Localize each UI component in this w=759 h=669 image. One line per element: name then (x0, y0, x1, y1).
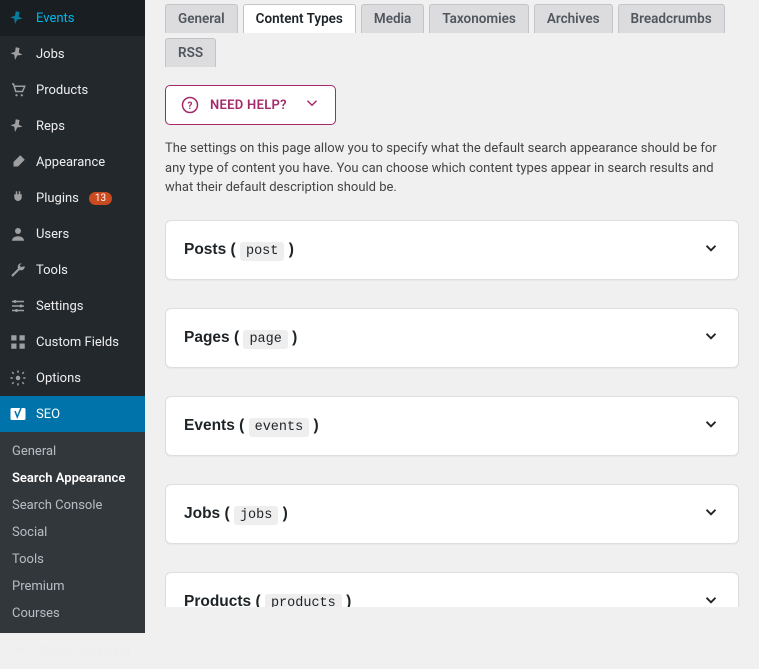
wrench-icon (8, 260, 28, 280)
submenu-item-premium[interactable]: Premium (0, 573, 145, 600)
sidebar-item-reps[interactable]: Reps (0, 108, 145, 144)
chevron-down-icon (702, 415, 720, 437)
sidebar-item-options[interactable]: Options (0, 360, 145, 396)
panel-title: Pages ( page ) (184, 329, 297, 347)
sliders-icon (8, 296, 28, 316)
sidebar-item-label: Jobs (36, 47, 65, 62)
submenu-item-tools[interactable]: Tools (0, 546, 145, 573)
pin-icon (8, 116, 28, 136)
submenu: GeneralSearch AppearanceSearch ConsoleSo… (0, 432, 145, 633)
user-icon (8, 224, 28, 244)
tab-archives[interactable]: Archives (534, 4, 613, 33)
panel-jobs[interactable]: Jobs ( jobs ) (165, 484, 739, 544)
tab-general[interactable]: General (165, 4, 238, 33)
sidebar-item-label: Custom Fields (36, 335, 119, 350)
sidebar-item-label: SEO (36, 407, 60, 422)
chevron-down-icon (702, 503, 720, 525)
admin-sidebar: Events Jobs Products Reps Appearance Plugins 1… (0, 0, 145, 607)
post-type-slug: products (265, 594, 342, 608)
need-help-button[interactable]: ? NEED HELP? (165, 85, 336, 125)
help-button-label: NEED HELP? (210, 98, 287, 113)
chevron-down-icon (702, 239, 720, 261)
post-type-slug: events (249, 418, 310, 437)
sidebar-item-label: Plugin Organizer (36, 644, 131, 659)
plug-icon (8, 188, 28, 208)
svg-text:?: ? (187, 101, 192, 112)
tab-bar: GeneralContent TypesMediaTaxonomiesArchi… (165, 4, 739, 67)
grid-icon (8, 332, 28, 352)
tab-breadcrumbs[interactable]: Breadcrumbs (618, 4, 725, 33)
main-content: GeneralContent TypesMediaTaxonomiesArchi… (145, 0, 759, 607)
tab-taxonomies[interactable]: Taxonomies (429, 4, 529, 33)
submenu-item-search-console[interactable]: Search Console (0, 492, 145, 519)
chevron-down-icon (702, 327, 720, 349)
post-type-slug: jobs (234, 506, 278, 525)
sidebar-item-label: Users (36, 227, 69, 242)
panel-events[interactable]: Events ( events ) (165, 396, 739, 456)
pin-icon (8, 8, 28, 28)
page-description: The settings on this page allow you to s… (165, 139, 725, 198)
panel-title: Posts ( post ) (184, 241, 294, 259)
sidebar-item-custom-fields[interactable]: Custom Fields (0, 324, 145, 360)
panel-title: Jobs ( jobs ) (184, 505, 288, 523)
plug-icon (8, 641, 28, 661)
tab-content-types[interactable]: Content Types (243, 4, 356, 33)
sidebar-item-plugin-organizer[interactable]: Plugin Organizer (0, 633, 145, 669)
tab-media[interactable]: Media (361, 4, 424, 33)
panel-page[interactable]: Pages ( page ) (165, 308, 739, 368)
chevron-down-icon (702, 591, 720, 608)
sidebar-item-label: Appearance (36, 155, 105, 170)
post-type-slug: post (240, 242, 284, 261)
sidebar-item-tools[interactable]: Tools (0, 252, 145, 288)
sidebar-item-label: Products (36, 83, 88, 98)
submenu-item-search-appearance[interactable]: Search Appearance (0, 465, 145, 492)
cart-icon (8, 80, 28, 100)
sidebar-item-appearance[interactable]: Appearance (0, 144, 145, 180)
panel-title: Products ( products ) (184, 593, 351, 608)
yoast-icon (8, 404, 28, 424)
sidebar-item-label: Events (36, 11, 74, 26)
question-circle-icon: ? (180, 95, 200, 115)
sidebar-item-seo[interactable]: SEO (0, 396, 145, 432)
sidebar-item-events[interactable]: Events (0, 0, 145, 36)
sidebar-item-jobs[interactable]: Jobs (0, 36, 145, 72)
panel-title: Events ( events ) (184, 417, 319, 435)
submenu-item-general[interactable]: General (0, 438, 145, 465)
panel-post[interactable]: Posts ( post ) (165, 220, 739, 280)
sidebar-item-settings[interactable]: Settings (0, 288, 145, 324)
sidebar-item-label: Reps (36, 119, 65, 134)
post-type-slug: page (243, 330, 287, 349)
sidebar-item-label: Tools (36, 263, 68, 278)
gear-icon (8, 368, 28, 388)
tab-rss[interactable]: RSS (165, 38, 216, 67)
update-badge: 13 (89, 192, 112, 205)
pin-icon (8, 44, 28, 64)
sidebar-item-users[interactable]: Users (0, 216, 145, 252)
sidebar-item-plugins[interactable]: Plugins 13 (0, 180, 145, 216)
brush-icon (8, 152, 28, 172)
submenu-item-social[interactable]: Social (0, 519, 145, 546)
panel-products[interactable]: Products ( products ) (165, 572, 739, 608)
chevron-down-icon (303, 94, 321, 116)
sidebar-item-label: Plugins (36, 191, 79, 206)
sidebar-item-label: Settings (36, 299, 83, 314)
sidebar-item-products[interactable]: Products (0, 72, 145, 108)
sidebar-item-label: Options (36, 371, 81, 386)
submenu-item-courses[interactable]: Courses (0, 600, 145, 627)
